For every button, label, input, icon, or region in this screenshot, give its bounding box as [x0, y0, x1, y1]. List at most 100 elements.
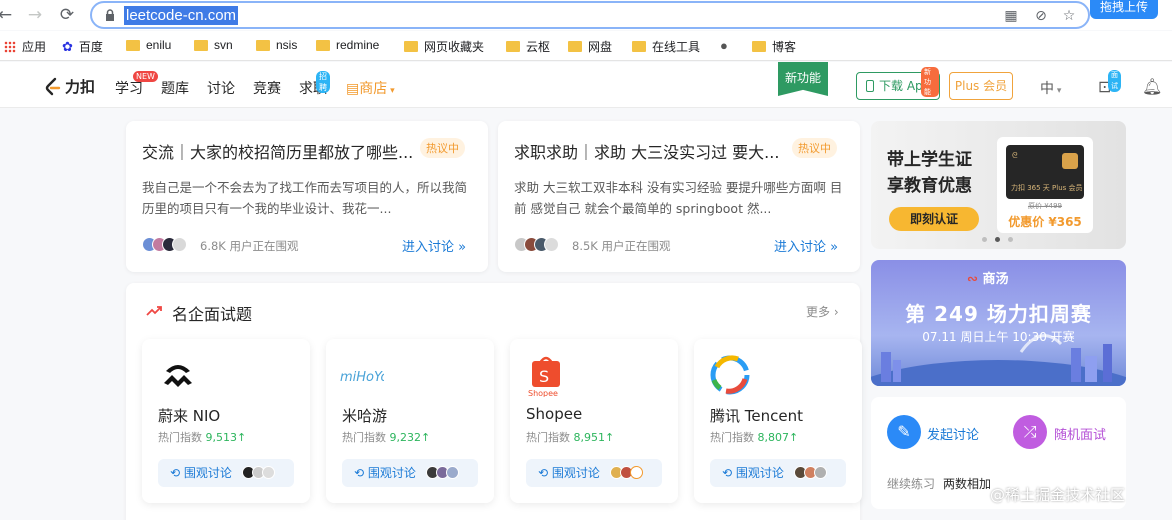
download-app-button[interactable]: 下载 App 新功能	[856, 67, 940, 100]
watch-discussion-button[interactable]: ⟲ 围观讨论	[342, 459, 478, 487]
random-interview-button[interactable]: 随机面试	[1054, 424, 1106, 443]
hot-index: 热门指数 8,807↑	[710, 431, 799, 444]
company-card[interactable]: 蔚来 NIO 热门指数 9,513↑ ⟲ 围观讨论	[142, 339, 310, 503]
forward-icon[interactable]: →	[24, 4, 46, 26]
chat-icon: ⟲	[538, 466, 552, 480]
bookmark-globe[interactable]: ●	[720, 38, 728, 53]
sponsor-logo: ∾ 商汤	[967, 272, 1009, 287]
bookmark-yunshu[interactable]: 云枢	[506, 38, 550, 55]
hot-index: 热门指数 8,951↑	[526, 431, 615, 444]
url-text[interactable]: leetcode-cn.com	[124, 6, 239, 25]
avatar	[172, 237, 187, 252]
bookmark-enilu[interactable]: enilu	[126, 38, 171, 52]
company-name: 腾讯 Tencent	[710, 407, 803, 425]
upload-badge[interactable]: 拖拽上传	[1090, 0, 1159, 19]
watch-discussion-button[interactable]: ⟲ 围观讨论	[526, 459, 662, 487]
watch-discussion-button[interactable]: ⟲ 围观讨论	[158, 459, 294, 487]
more-link[interactable]: 更多 ›	[806, 303, 839, 320]
baidu-icon: ✿	[62, 38, 73, 54]
viewer-count: 6.8K 用户正在围观	[200, 239, 299, 253]
hot-tag: 热议中	[792, 138, 837, 158]
hot-index: 热门指数 9,232↑	[342, 431, 431, 444]
star-icon[interactable]: ☆	[1060, 7, 1078, 25]
chat-icon: ⟲	[170, 466, 184, 480]
discussion-title[interactable]: 交流｜大家的校招简历里都放了哪些...	[142, 139, 413, 163]
folder-icon	[752, 41, 766, 52]
watch-discussion-button[interactable]: ⟲ 围观讨论	[710, 459, 846, 487]
company-card[interactable]: miHoYo 米哈游 热门指数 9,232↑ ⟲ 围观讨论	[326, 339, 494, 503]
avatar	[814, 466, 827, 479]
bookmark-netdisk[interactable]: 网盘	[568, 38, 612, 55]
qr-code-icon[interactable]: ▦	[1002, 7, 1020, 25]
new-feature-badge: 新功能	[921, 67, 939, 97]
folder-icon	[632, 41, 646, 52]
bookmark-blog[interactable]: 博客	[752, 38, 796, 55]
chat-icon: ⟲	[354, 466, 368, 480]
eye-off-icon[interactable]: ⊘	[1032, 7, 1050, 25]
student-promo-banner[interactable]: 带上学生证 享教育优惠 即刻认证 ᘓ 力扣 365 天 Plus 会员 原价 ¥…	[871, 121, 1126, 249]
interview-icon[interactable]: ⊡ 面试	[1098, 70, 1121, 96]
section-title: 名企面试题	[172, 305, 253, 324]
enter-discussion-link[interactable]: 进入讨论 »	[774, 236, 838, 255]
bookmark-online-tools[interactable]: 在线工具	[632, 38, 700, 55]
reload-icon[interactable]: ⟳	[56, 4, 78, 26]
back-icon[interactable]: ←	[0, 4, 16, 26]
bookmark-apps[interactable]: 应用	[4, 38, 46, 55]
card-text: 力扣 365 天 Plus 会员	[1011, 184, 1083, 192]
weekly-contest-banner[interactable]: ∾ 商汤 第 249 场力扣周赛 07.11 周日上午 10:30 开赛	[871, 260, 1126, 386]
old-price: 原价 ¥499	[1027, 202, 1063, 210]
new-feature-ribbon[interactable]: 新功能	[778, 62, 828, 96]
company-card[interactable]: S Shopee Shopee 热门指数 8,951↑ ⟲ 围观讨论	[510, 339, 678, 503]
discussion-excerpt: 求助 大三软工双非本科 没有实习经验 要提升哪些方面啊 目前 感觉自己 就会个最…	[514, 180, 843, 216]
chevron-down-icon: ▾	[1054, 86, 1062, 96]
company-interviews-section: 名企面试题 更多 › 蔚来 NIO 热门指数 9,513↑ ⟲ 围观讨论 miH…	[126, 283, 862, 520]
phone-icon	[866, 80, 874, 92]
contest-title: 第 249 场力扣周赛	[905, 302, 1092, 326]
nav-problems[interactable]: 题库	[161, 78, 189, 98]
continue-problem[interactable]: 两数相加	[943, 477, 991, 491]
plus-member-button[interactable]: Plus 会员	[949, 72, 1013, 100]
continue-practice[interactable]: 继续练习 两数相加	[887, 475, 991, 492]
nav-contest[interactable]: 竞赛	[253, 78, 281, 98]
language-switch[interactable]: 中 ▾	[1040, 78, 1061, 98]
discussion-card[interactable]: 求职求助｜求助 大三没实习过 要大... 热议中 求助 大三软工双非本科 没有实…	[498, 121, 860, 272]
discussion-card[interactable]: 交流｜大家的校招简历里都放了哪些... 热议中 我自己是一个不会去为了找工作而去…	[126, 121, 488, 272]
nav-store[interactable]: ▤商店 ▾	[346, 78, 395, 98]
folder-icon	[568, 41, 582, 52]
edit-icon[interactable]: ✎	[887, 415, 921, 449]
verify-now-button[interactable]: 即刻认证	[889, 207, 979, 231]
bookmarks-bar: 应用 ✿ 百度 enilu svn nsis redmine 网页收藏夹 云枢 网…	[0, 31, 1172, 61]
discussion-title[interactable]: 求职求助｜求助 大三没实习过 要大...	[514, 139, 779, 163]
bookmark-redmine[interactable]: redmine	[316, 38, 379, 52]
site-header: 力扣 学习 NEW 题库 讨论 竞赛 求职 招聘 ▤商店 ▾ 新功能 下载 App …	[0, 62, 1172, 108]
avatar	[262, 466, 275, 479]
carousel-dot[interactable]	[1008, 237, 1013, 242]
bell-icon[interactable]: 🔔︎	[1142, 77, 1162, 96]
folder-icon	[404, 41, 418, 52]
leetcode-logo[interactable]: 力扣	[44, 76, 95, 97]
leetcode-logo-icon	[45, 77, 61, 95]
address-bar[interactable]: leetcode-cn.com ▦ ⊘ ☆	[90, 1, 1090, 29]
avatar	[630, 466, 643, 479]
shuffle-icon[interactable]: ⤮	[1013, 415, 1047, 449]
enter-discussion-link[interactable]: 进入讨论 »	[402, 236, 466, 255]
new-badge: NEW	[133, 71, 158, 82]
bookmark-svn[interactable]: svn	[194, 38, 233, 52]
lock-icon	[106, 9, 114, 21]
svg-text:S: S	[539, 367, 549, 386]
bookmark-nsis[interactable]: nsis	[256, 38, 297, 52]
mihoyo-logo-icon: miHoYo	[340, 370, 384, 385]
viewer-avatars	[514, 237, 559, 252]
viewer-avatars	[142, 237, 187, 252]
carousel-dot-active[interactable]	[995, 237, 1000, 242]
vip-card-image: ᘓ 力扣 365 天 Plus 会员	[1006, 145, 1084, 199]
nav-jobs[interactable]: 求职 招聘	[299, 71, 330, 98]
trending-icon	[146, 306, 162, 316]
nav-learn[interactable]: 学习 NEW	[115, 71, 158, 98]
carousel-dot[interactable]	[982, 237, 987, 242]
start-discussion-button[interactable]: 发起讨论	[927, 424, 979, 443]
nav-discuss[interactable]: 讨论	[207, 78, 235, 98]
company-card[interactable]: 腾讯 Tencent 热门指数 8,807↑ ⟲ 围观讨论	[694, 339, 862, 503]
bookmark-baidu[interactable]: ✿ 百度	[62, 38, 103, 55]
bookmark-favorites[interactable]: 网页收藏夹	[404, 38, 484, 55]
